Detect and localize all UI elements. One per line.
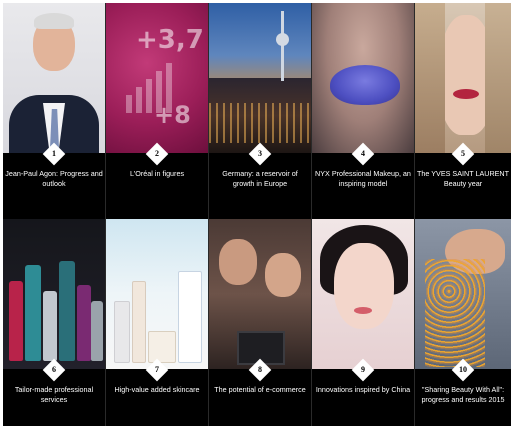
grid-row-2: 6 Tailor-made professional services 7 Hi…	[3, 219, 511, 426]
number-badge: 10	[451, 358, 475, 382]
tile-caption: "Sharing Beauty With All": progress and …	[421, 385, 505, 404]
article-tile-4[interactable]: 4 NYX Professional Makeup, an inspiring …	[312, 3, 415, 219]
grid-row-1: 1 Jean-Paul Agon: Progress and outlook +…	[3, 3, 511, 219]
model-face-image	[312, 219, 414, 369]
article-tile-5[interactable]: 5 The YVES SAINT LAURENT Beauty year	[415, 3, 511, 219]
model-portrait-image	[415, 3, 511, 153]
article-tile-1[interactable]: 1 Jean-Paul Agon: Progress and outlook	[3, 3, 106, 219]
number-badge: 1	[42, 142, 66, 166]
tile-caption: The potential of e-commerce	[214, 385, 306, 394]
number-badge: 7	[145, 358, 169, 382]
hand-with-powder-image	[415, 219, 511, 369]
article-tile-8[interactable]: 8 The potential of e-commerce	[209, 219, 312, 426]
article-tile-9[interactable]: 9 Innovations inspired by China	[312, 219, 415, 426]
figures-image: +3,7 +8	[106, 3, 208, 153]
city-skyline-image	[209, 3, 311, 153]
number-badge: 9	[351, 358, 375, 382]
article-tile-10[interactable]: 10 "Sharing Beauty With All": progress a…	[415, 219, 511, 426]
articles-grid: 1 Jean-Paul Agon: Progress and outlook +…	[3, 3, 511, 426]
tile-caption: L'Oréal in figures	[129, 169, 185, 178]
article-tile-3[interactable]: 3 Germany: a reservoir of growth in Euro…	[209, 3, 312, 219]
tile-caption: High-value added skincare	[114, 385, 200, 394]
tile-caption: Innovations inspired by China	[315, 385, 411, 394]
number-badge: 4	[351, 142, 375, 166]
number-badge: 2	[145, 142, 169, 166]
number-badge: 8	[248, 358, 272, 382]
tile-caption: Germany: a reservoir of growth in Europe	[222, 169, 298, 188]
number-badge: 6	[42, 358, 66, 382]
hair-products-image	[3, 219, 105, 369]
lips-makeup-image	[312, 3, 414, 153]
article-tile-7[interactable]: 7 High-value added skincare	[106, 219, 209, 426]
figure-main: +3,7	[136, 25, 204, 55]
women-with-tablet-image	[209, 219, 311, 369]
number-badge: 5	[451, 142, 475, 166]
article-tile-6[interactable]: 6 Tailor-made professional services	[3, 219, 106, 426]
tile-caption: Jean-Paul Agon: Progress and outlook	[5, 169, 103, 188]
skincare-products-image	[106, 219, 208, 369]
tile-caption: NYX Professional Makeup, an inspiring mo…	[315, 169, 411, 188]
number-badge: 3	[248, 142, 272, 166]
portrait-image	[3, 3, 105, 153]
tile-caption: The YVES SAINT LAURENT Beauty year	[417, 169, 510, 188]
tile-caption: Tailor-made professional services	[14, 385, 94, 404]
article-tile-2[interactable]: +3,7 +8 2 L'Oréal in figures	[106, 3, 209, 219]
